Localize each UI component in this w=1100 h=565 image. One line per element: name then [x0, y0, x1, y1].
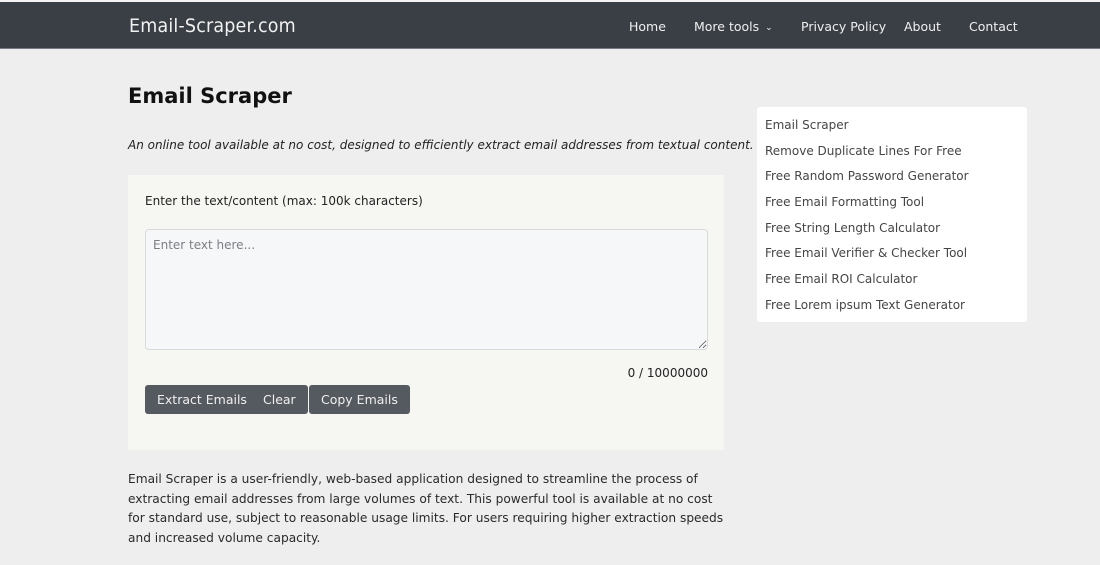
tool-description: Email Scraper is a user-friendly, web-ba…	[128, 472, 724, 546]
clear-button[interactable]: Clear	[251, 385, 308, 414]
sidebar-item-email-scraper[interactable]: Email Scraper	[765, 115, 1019, 141]
text-input-label: Enter the text/content (max: 100k charac…	[145, 194, 423, 208]
sidebar-item-email-formatting[interactable]: Free Email Formatting Tool	[765, 192, 1019, 218]
nav-more-tools[interactable]: More tools ⌄	[694, 19, 773, 34]
page-subtitle: An online tool available at no cost, des…	[128, 138, 754, 152]
sidebar-item-remove-duplicate-lines[interactable]: Remove Duplicate Lines For Free	[765, 141, 1019, 167]
sidebar-item-string-length[interactable]: Free String Length Calculator	[765, 218, 1019, 244]
sidebar-item-lorem-ipsum[interactable]: Free Lorem ipsum Text Generator	[765, 295, 1019, 321]
navbar: Email-Scraper.com Home More tools ⌄ Priva…	[0, 2, 1100, 49]
sidebar-item-email-roi[interactable]: Free Email ROI Calculator	[765, 269, 1019, 295]
page-title: Email Scraper	[128, 84, 292, 108]
tools-sidebar: Email Scraper Remove Duplicate Lines For…	[757, 107, 1027, 322]
nav-about[interactable]: About	[904, 19, 941, 34]
nav-contact[interactable]: Contact	[969, 19, 1018, 34]
copy-emails-button[interactable]: Copy Emails	[309, 385, 410, 414]
chevron-down-icon: ⌄	[765, 23, 773, 33]
nav-more-tools-label: More tools	[694, 19, 760, 34]
scraper-form-card: Enter the text/content (max: 100k charac…	[128, 175, 724, 450]
character-counter: 0 / 10000000	[627, 366, 708, 380]
nav-home[interactable]: Home	[629, 19, 666, 34]
text-input[interactable]	[145, 229, 708, 350]
sidebar-item-email-verifier[interactable]: Free Email Verifier & Checker Tool	[765, 243, 1019, 269]
sidebar-item-password-generator[interactable]: Free Random Password Generator	[765, 166, 1019, 192]
nav-privacy-policy[interactable]: Privacy Policy	[801, 19, 886, 34]
brand-logo[interactable]: Email-Scraper.com	[129, 15, 296, 37]
extract-emails-button[interactable]: Extract Emails	[145, 385, 259, 414]
